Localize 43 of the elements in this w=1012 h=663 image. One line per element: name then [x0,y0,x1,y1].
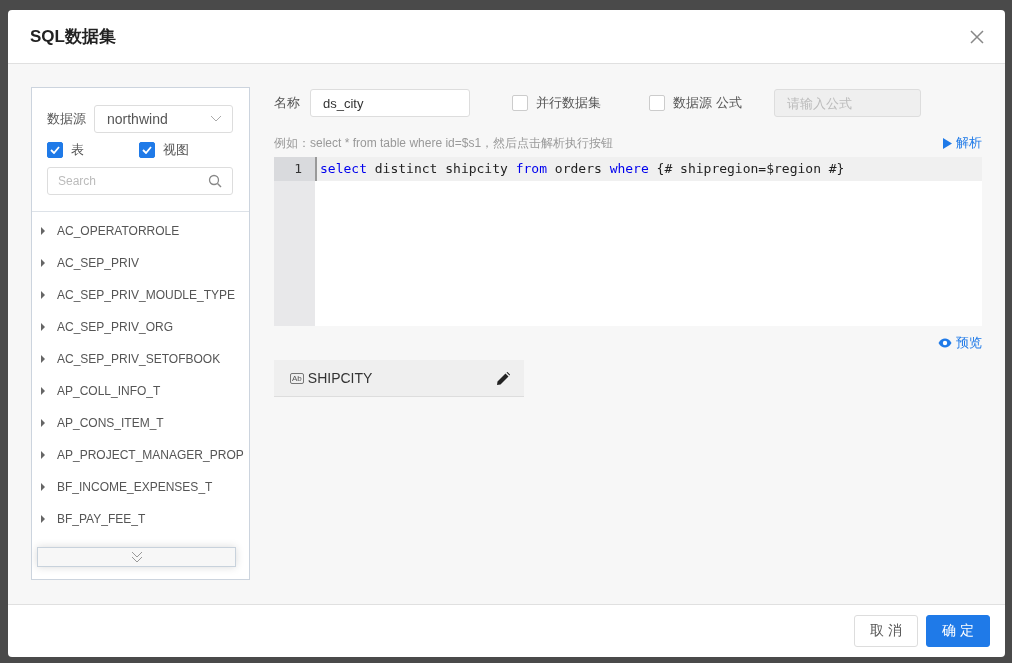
search-icon [208,174,222,188]
tree-item[interactable]: BF_INCOME_EXPENSES_T [32,471,249,503]
checkbox[interactable] [139,142,155,158]
search-field[interactable]: Search [47,167,233,195]
checkbox-label: 表 [71,141,84,159]
checkbox[interactable] [47,142,63,158]
dialog-title: SQL数据集 [30,26,116,48]
double-chevron-icon [129,550,144,564]
tree-item[interactable]: AC_SEP_PRIV [32,247,249,279]
check-icon [50,146,60,154]
search-input[interactable]: Search [58,174,188,188]
tree-item[interactable]: AP_CONS_ITEM_T [32,407,249,439]
preview-button[interactable]: 预览 [938,334,982,352]
tree-item[interactable]: AP_PROJECT_MANAGER_PROP [32,439,249,471]
datasource-select[interactable]: northwind [94,105,233,133]
tree-item[interactable]: AP_COLL_INFO_T [32,375,249,407]
hint-text: 例如：select * from table where id=$s1，然后点击解析执行按钮 [274,134,614,152]
checkbox-label: 视图 [163,141,189,159]
name-field[interactable]: ds_city [310,89,470,117]
pencil-icon[interactable] [497,371,510,385]
tree-item[interactable]: AC_SEP_PRIV_SETOFBOOK [32,343,249,375]
chevron-down-icon [210,115,222,123]
checkbox-label: 并行数据集 [536,94,601,112]
name-label: 名称 [274,94,300,112]
confirm-button[interactable]: 确 定 [926,615,990,647]
parse-button[interactable]: 解析 [942,134,982,152]
text-type-icon: Ab [290,372,304,384]
field-item[interactable]: Ab SHIPCITY [274,360,524,397]
cancel-button[interactable]: 取 消 [854,615,918,647]
code-editor[interactable]: 1 select distinct shipcity from orders where {# shipregion=$region #} [274,157,982,326]
checkbox-label: 数据源 公式 [673,94,742,112]
tree-item[interactable]: AC_SEP_PRIV_ORG [32,311,249,343]
play-icon [942,137,952,149]
field-name: SHIPCITY [307,370,373,386]
line-number: 1 [274,157,315,181]
tree-item[interactable]: BF_PAY_FEE_T [32,503,249,535]
datasource-label: 数据源 [47,110,86,128]
checkbox[interactable] [512,95,528,111]
eye-icon [938,338,952,348]
checkbox[interactable] [649,95,665,111]
tree-item[interactable]: AC_SEP_PRIV_MOUDLE_TYPE [32,279,249,311]
check-icon [142,146,152,154]
tree-item[interactable]: AC_OPERATORROLE [32,215,249,247]
